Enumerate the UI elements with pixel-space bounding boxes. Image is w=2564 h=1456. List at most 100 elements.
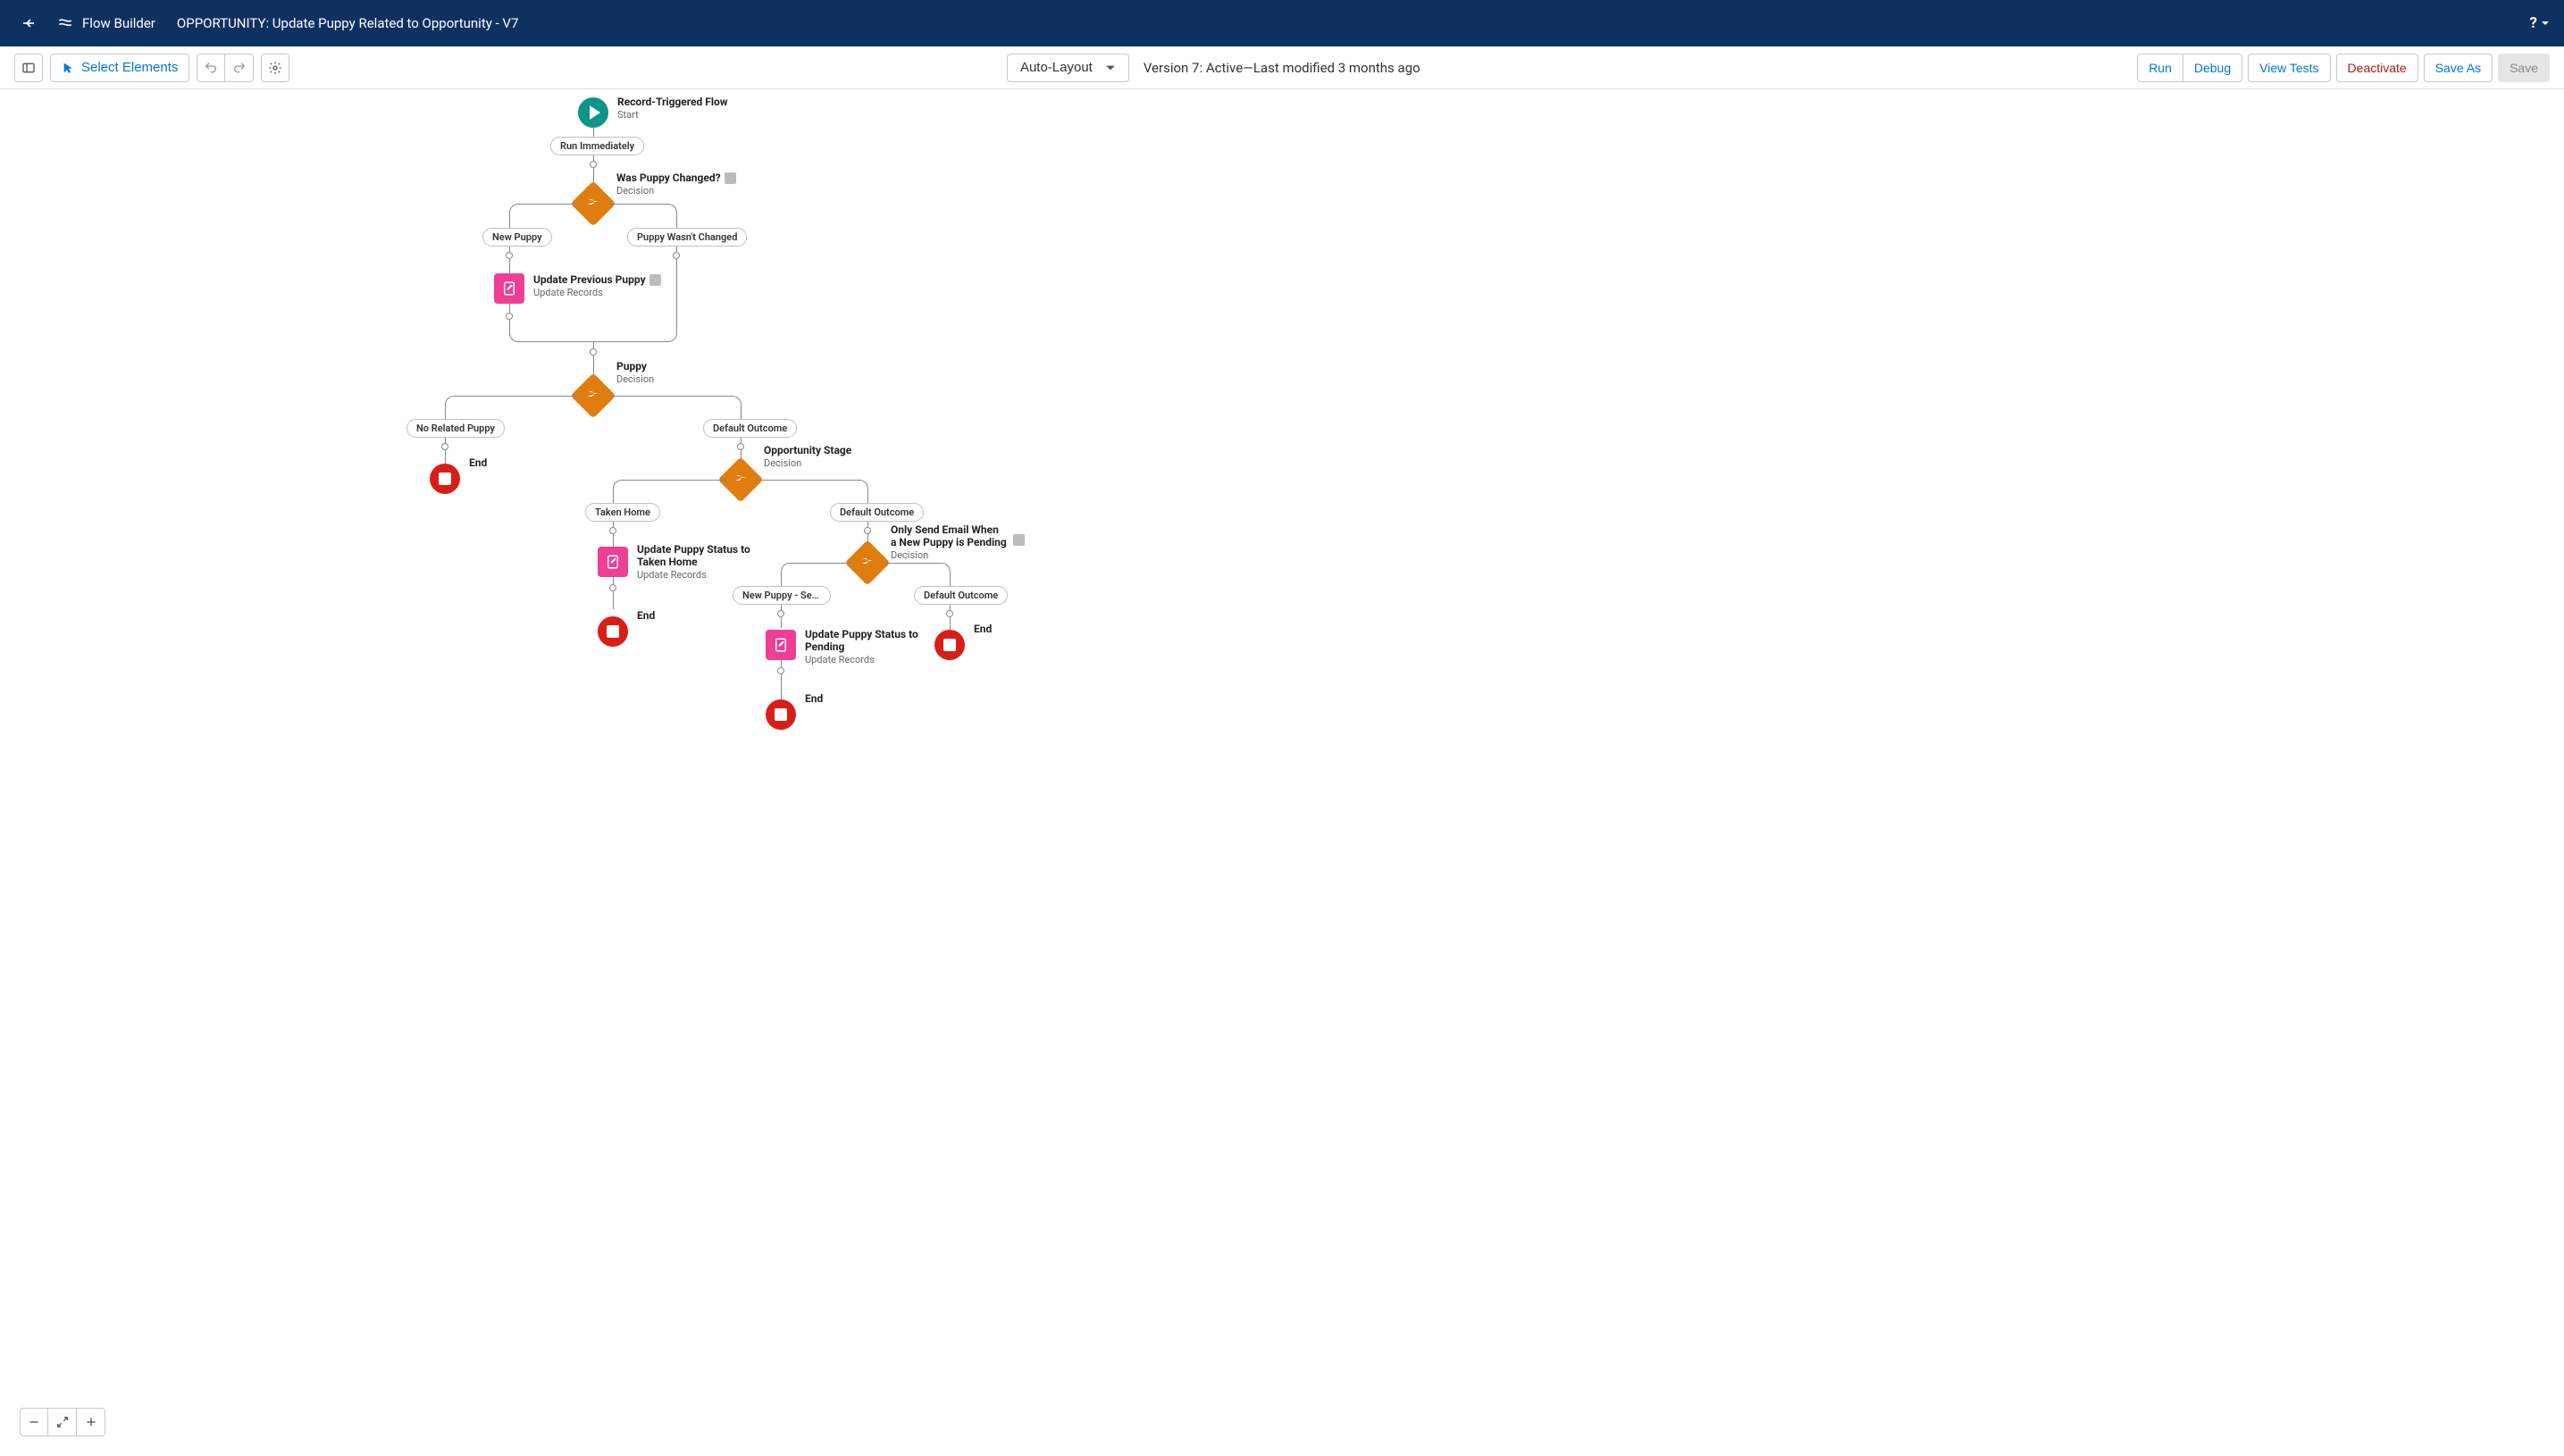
- outcome-taken-home[interactable]: Taken Home: [585, 503, 660, 522]
- update-pending-sub: Update Records: [805, 654, 943, 665]
- select-elements-button[interactable]: Select Elements: [50, 54, 189, 82]
- connector: [622, 480, 726, 481]
- toggle-panel-button[interactable]: [14, 54, 43, 82]
- outcome-new-puppy[interactable]: New Puppy: [482, 228, 552, 247]
- deactivate-button[interactable]: Deactivate: [2336, 54, 2418, 82]
- connector: [613, 534, 614, 547]
- add-element-button[interactable]: [441, 443, 448, 450]
- debug-button[interactable]: Debug: [2183, 54, 2242, 82]
- decision-icon: [859, 553, 876, 569]
- start-node[interactable]: Record-Triggered Flow Start: [578, 97, 608, 128]
- update-puppy-taken-home-node[interactable]: Update Puppy Status to Taken Home Update…: [598, 547, 628, 577]
- decision-opportunity-stage[interactable]: Opportunity Stage Decision: [725, 464, 757, 496]
- description-badge-icon: [725, 172, 736, 184]
- add-element-button[interactable]: [590, 161, 597, 168]
- end-node-2[interactable]: End: [598, 616, 628, 647]
- end-node-3[interactable]: End: [934, 630, 965, 660]
- connector: [613, 489, 614, 503]
- decision2-title: Puppy: [616, 360, 777, 372]
- save-as-button[interactable]: Save As: [2424, 54, 2493, 82]
- flow-canvas[interactable]: Record-Triggered Flow Start Run Immediat…: [0, 89, 2564, 1456]
- decision1-title: Was Puppy Changed?: [616, 172, 721, 184]
- connector: [950, 617, 951, 630]
- add-element-button[interactable]: [506, 252, 513, 259]
- connector: [755, 480, 859, 481]
- run-button[interactable]: Run: [2137, 54, 2183, 82]
- expand-icon: [55, 1415, 70, 1429]
- end-node-1[interactable]: End: [430, 464, 460, 494]
- path-run-immediately[interactable]: Run Immediately: [550, 137, 644, 155]
- help-menu[interactable]: ?: [2530, 14, 2550, 32]
- connector: [593, 128, 594, 137]
- update-previous-puppy-node[interactable]: Update Previous Puppy Update Records: [494, 273, 524, 304]
- add-element-button[interactable]: [946, 610, 953, 617]
- connector: [950, 572, 951, 586]
- select-elements-label: Select Elements: [81, 60, 178, 75]
- connector: [613, 480, 622, 489]
- fit-to-screen-button[interactable]: [48, 1408, 77, 1436]
- gear-icon: [268, 61, 282, 75]
- zoom-controls: [20, 1408, 105, 1436]
- connector: [445, 396, 454, 405]
- connector: [859, 480, 868, 489]
- redo-icon: [232, 61, 247, 75]
- layout-mode-select[interactable]: Auto-Layout: [1007, 54, 1129, 82]
- add-element-button[interactable]: [590, 348, 597, 356]
- add-element-button[interactable]: [609, 584, 616, 591]
- layout-mode-label: Auto-Layout: [1020, 60, 1093, 75]
- redo-button[interactable]: [225, 54, 254, 82]
- chevron-down-icon: [1105, 63, 1116, 73]
- version-info: Version 7: Active—Last modified 3 months…: [1144, 60, 1420, 76]
- app-header: Flow Builder OPPORTUNITY: Update Puppy R…: [0, 0, 2564, 46]
- outcome-send-pending-email[interactable]: New Puppy - Send 'Pe...: [733, 586, 831, 605]
- decision4-sub: Decision: [891, 549, 1007, 561]
- back-button[interactable]: [14, 9, 43, 38]
- connector: [607, 396, 733, 397]
- outcome-default-1[interactable]: Default Outcome: [703, 419, 797, 438]
- undo-button[interactable]: [197, 54, 225, 82]
- decision-icon: [585, 194, 601, 210]
- settings-button[interactable]: [261, 54, 289, 82]
- add-element-button[interactable]: [609, 527, 616, 534]
- decision-only-send-email[interactable]: Only Send Email When a New Puppy is Pend…: [851, 547, 884, 579]
- outcome-default-2[interactable]: Default Outcome: [830, 503, 924, 522]
- add-element-button[interactable]: [737, 443, 744, 450]
- connector: [781, 572, 782, 586]
- outcome-default-3[interactable]: Default Outcome: [914, 586, 1008, 605]
- connector: [781, 563, 790, 572]
- update-puppy-pending-node[interactable]: Update Puppy Status to Pending Update Re…: [766, 630, 796, 660]
- decision-was-puppy-changed[interactable]: Was Puppy Changed? Decision: [577, 188, 609, 220]
- connector: [942, 563, 951, 572]
- connector: [454, 396, 579, 397]
- add-element-button[interactable]: [777, 667, 784, 674]
- outcome-not-changed[interactable]: Puppy Wasn't Changed: [627, 228, 747, 247]
- outcome-no-related-puppy[interactable]: No Related Puppy: [406, 419, 505, 438]
- add-element-button[interactable]: [864, 527, 871, 534]
- zoom-in-button[interactable]: [77, 1408, 105, 1436]
- end-node-4[interactable]: End: [766, 699, 796, 730]
- add-element-button[interactable]: [673, 252, 680, 259]
- decision-puppy[interactable]: Puppy Decision: [577, 380, 609, 412]
- connector: [445, 450, 446, 464]
- plus-icon: [84, 1415, 98, 1429]
- app-name: Flow Builder: [82, 15, 155, 31]
- arrow-left-icon: [21, 16, 36, 30]
- decision2-sub: Decision: [616, 373, 777, 385]
- connector: [668, 204, 677, 213]
- zoom-out-button[interactable]: [20, 1408, 48, 1436]
- add-element-button[interactable]: [506, 313, 513, 320]
- update-prev-sub: Update Records: [533, 287, 694, 298]
- add-element-button[interactable]: [777, 610, 784, 617]
- connector: [607, 204, 668, 205]
- description-badge-icon: [649, 274, 661, 286]
- connector: [613, 577, 614, 584]
- view-tests-button[interactable]: View Tests: [2248, 54, 2330, 82]
- help-icon: ?: [2530, 14, 2537, 32]
- connector: [781, 660, 782, 667]
- undo-icon: [204, 61, 218, 75]
- chevron-down-icon: [2541, 19, 2550, 28]
- connector: [781, 674, 782, 699]
- save-button[interactable]: Save: [2498, 54, 2550, 82]
- connector: [518, 204, 579, 205]
- connector: [509, 213, 510, 229]
